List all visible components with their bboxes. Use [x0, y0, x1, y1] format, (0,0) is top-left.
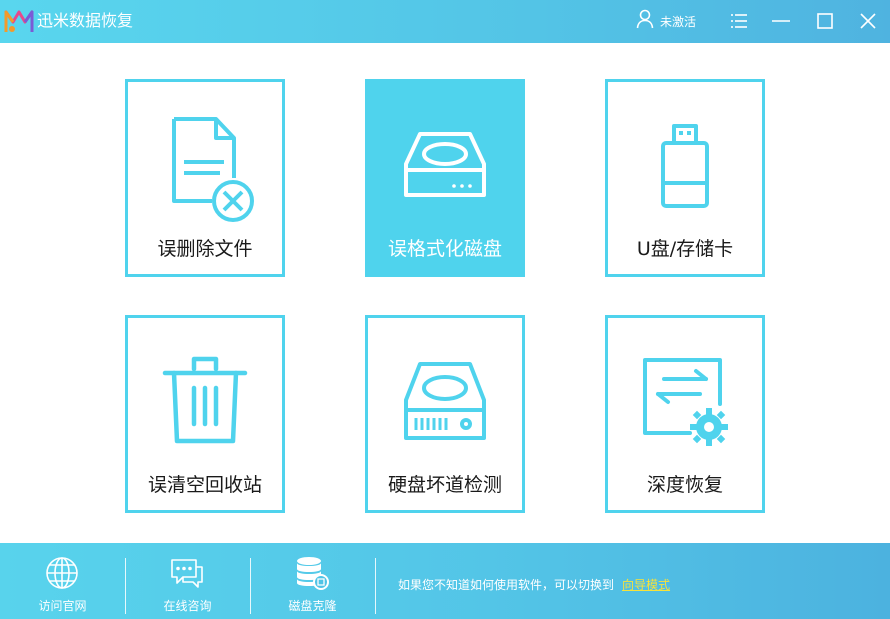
card-label: 误清空回收站	[147, 474, 262, 496]
app-title: 迅米数据恢复	[37, 11, 134, 30]
footer-divider	[375, 558, 376, 614]
usb-drive-icon	[661, 124, 709, 208]
recycle-bin-icon	[162, 356, 248, 444]
user-icon	[636, 9, 654, 33]
footer-label: 访问官网	[38, 599, 87, 613]
minimize-icon	[772, 20, 790, 22]
format-disk-icon	[404, 132, 486, 197]
menu-icon	[731, 14, 747, 28]
disk-clone-button[interactable]: 磁盘克隆	[250, 543, 375, 619]
wizard-mode-link[interactable]: 向导模式	[622, 578, 670, 592]
footer-bar: 访问官网 在线咨询 磁盘克隆 如果您不知道如何使用软件，可以切换到 向导模式	[0, 543, 890, 619]
close-button[interactable]	[855, 8, 881, 34]
deleted-file-icon	[172, 117, 254, 222]
user-account-button[interactable]: 未激活	[636, 9, 696, 33]
globe-icon	[46, 557, 78, 589]
close-icon	[860, 13, 876, 29]
card-format-disk[interactable]: 误格式化磁盘	[365, 79, 525, 277]
card-deleted-files[interactable]: 误删除文件	[125, 79, 285, 277]
deep-recovery-icon	[643, 358, 728, 446]
maximize-button[interactable]	[812, 8, 838, 34]
app-logo-icon	[3, 7, 35, 39]
wizard-hint: 如果您不知道如何使用软件，可以切换到 向导模式	[398, 577, 670, 593]
card-label: 硬盘坏道检测	[387, 474, 502, 496]
maximize-icon	[817, 13, 833, 29]
hint-text: 如果您不知道如何使用软件，可以切换到	[398, 578, 615, 592]
hdd-check-icon	[404, 362, 486, 440]
card-hdd-check[interactable]: 硬盘坏道检测	[365, 315, 525, 513]
user-status-label: 未激活	[660, 14, 697, 29]
card-deep-recovery[interactable]: 深度恢复	[605, 315, 765, 513]
chat-icon	[171, 559, 203, 588]
menu-button[interactable]	[726, 8, 752, 34]
database-clone-icon	[297, 557, 329, 590]
minimize-button[interactable]	[768, 8, 794, 34]
card-label: 误格式化磁盘	[387, 238, 502, 260]
card-recycle-bin[interactable]: 误清空回收站	[125, 315, 285, 513]
card-usb-storage[interactable]: U盘/存储卡	[605, 79, 765, 277]
card-label: 深度恢复	[646, 474, 723, 496]
footer-label: 磁盘克隆	[288, 599, 337, 613]
title-bar: 迅米数据恢复 未激活	[0, 0, 890, 43]
card-label: U盘/存储卡	[636, 238, 734, 260]
footer-label: 在线咨询	[163, 599, 212, 613]
card-label: 误删除文件	[157, 238, 253, 260]
visit-website-button[interactable]: 访问官网	[0, 543, 125, 619]
online-consult-button[interactable]: 在线咨询	[125, 543, 250, 619]
